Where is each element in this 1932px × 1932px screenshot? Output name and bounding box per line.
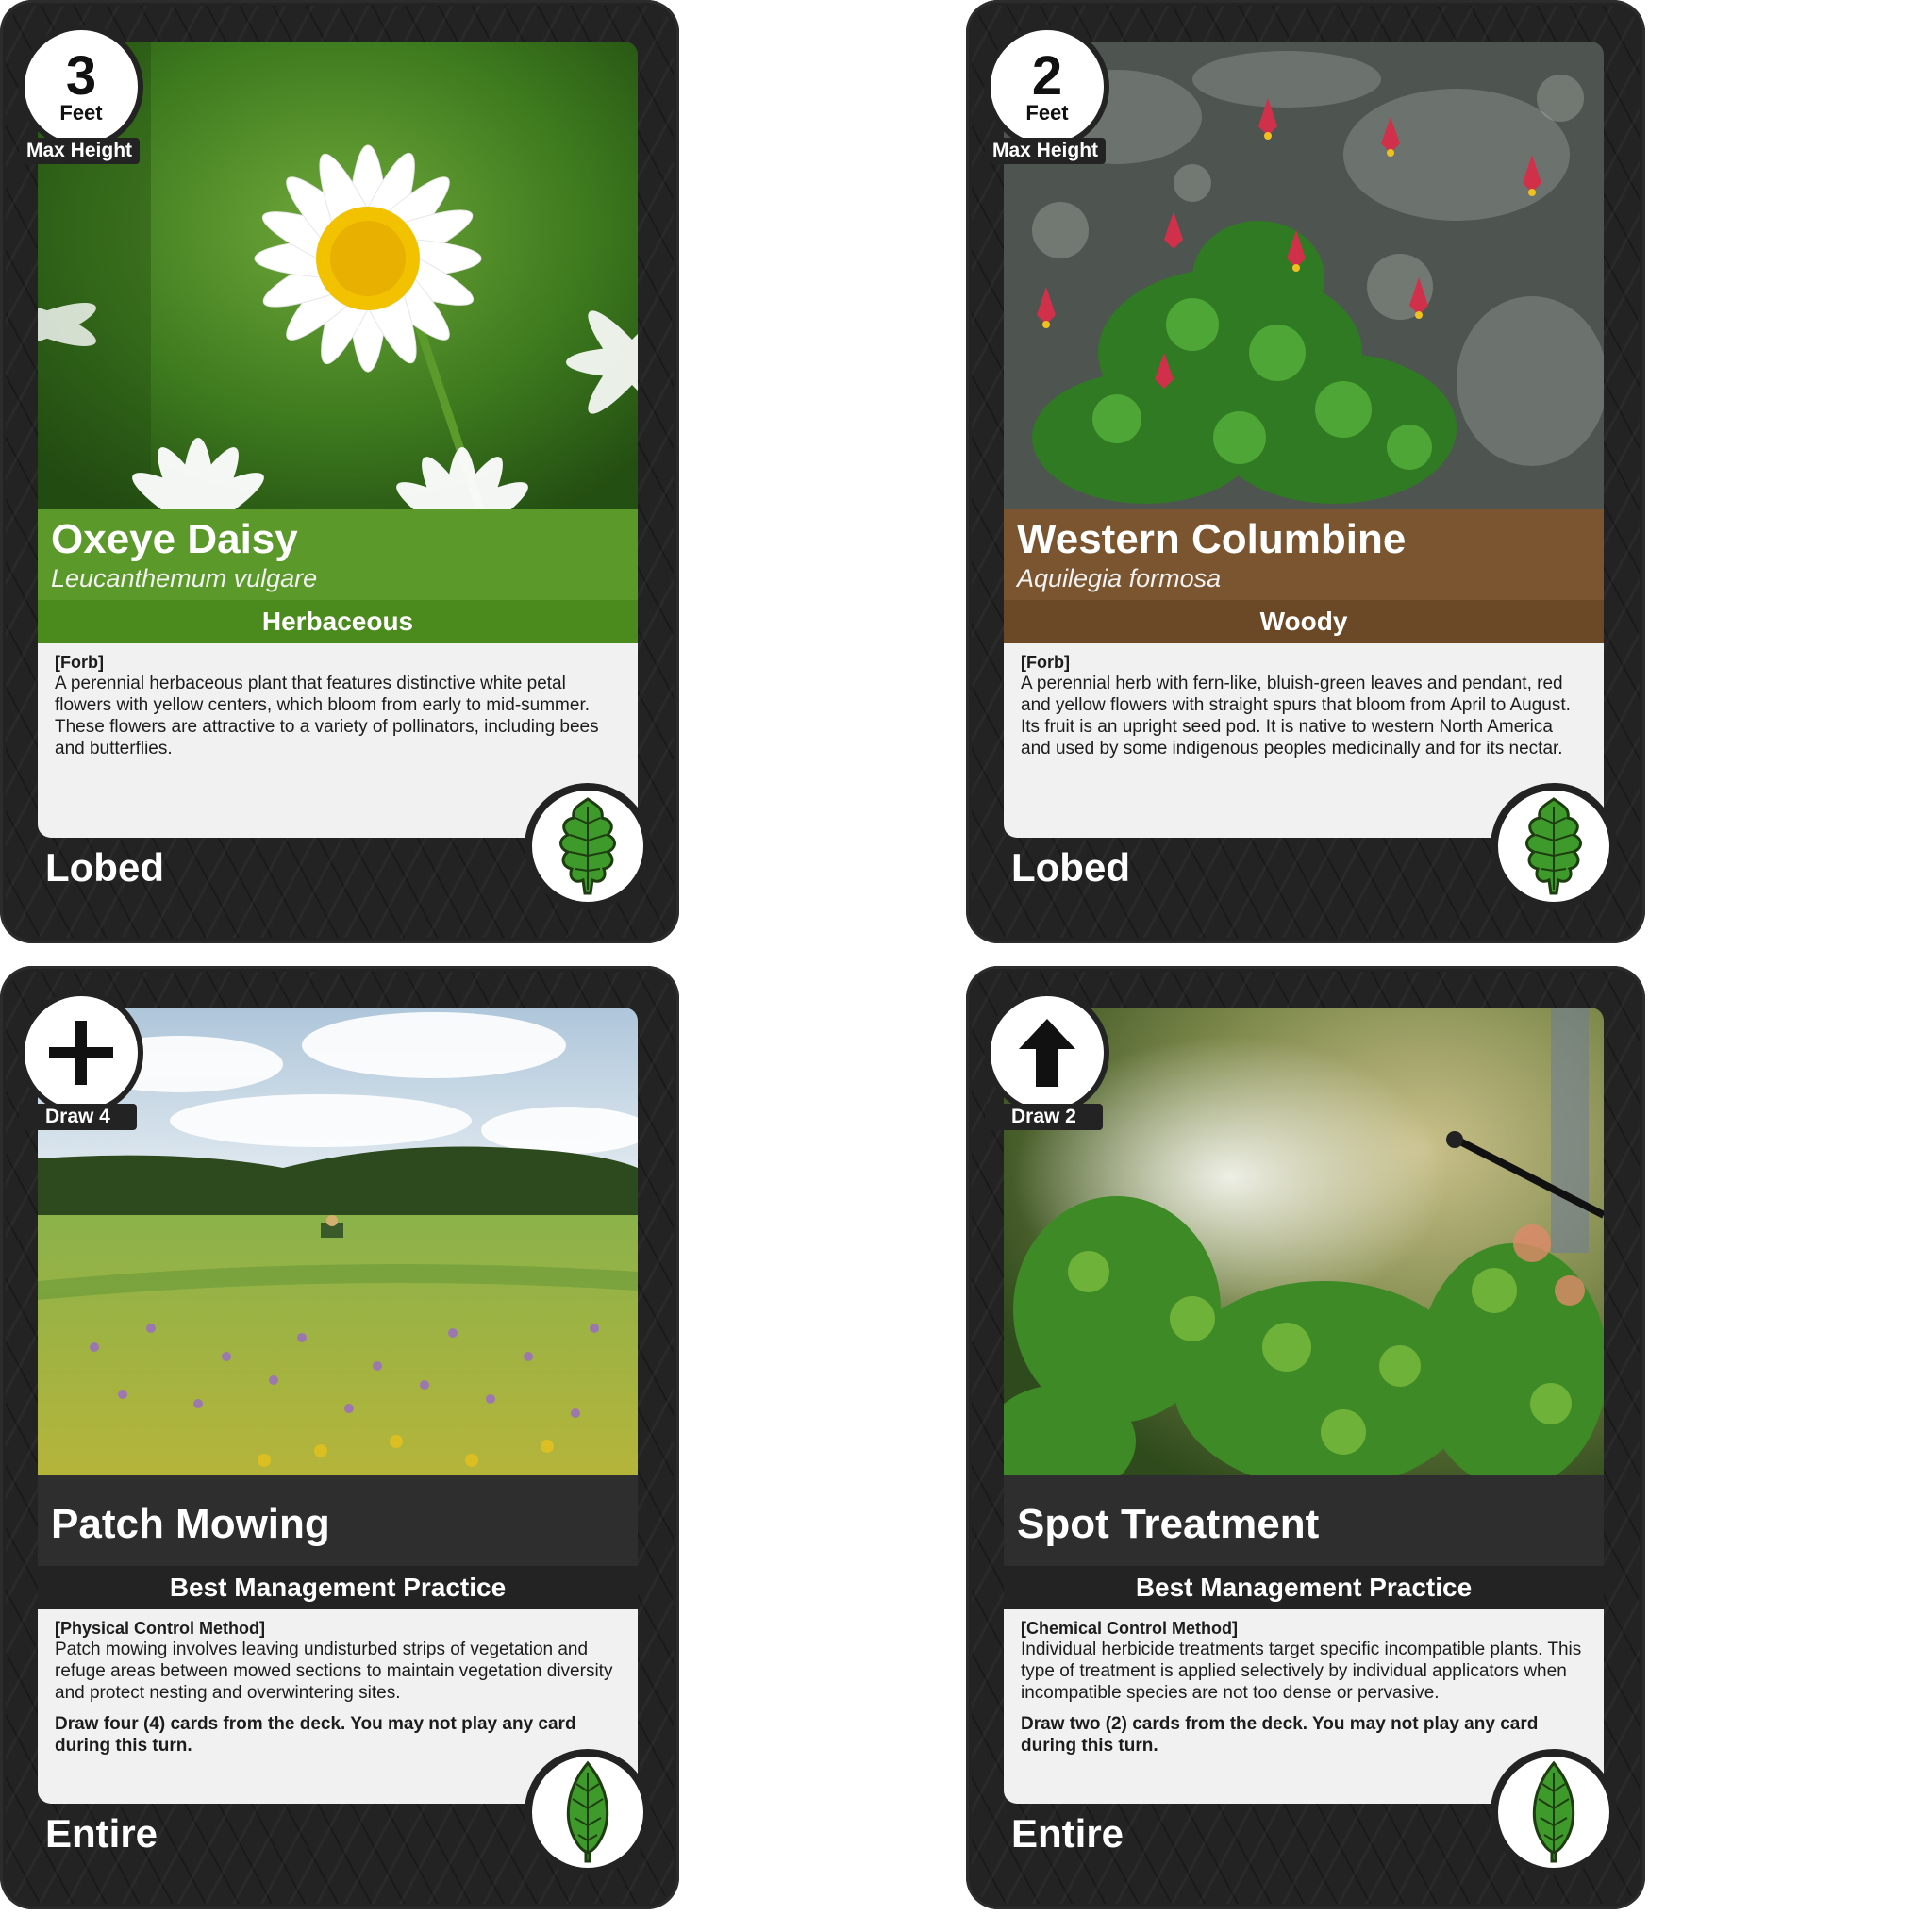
- description-text: A perennial herb with fern-like, bluish-…: [1021, 673, 1571, 758]
- title-band: Patch Mowing: [38, 1475, 638, 1566]
- leaf-type-label: Entire: [45, 1811, 158, 1856]
- max-height-value: 2: [1031, 45, 1063, 108]
- title-band: Oxeye Daisy Leucanthemum vulgare: [38, 509, 638, 600]
- title-band: Western Columbine Aquilegia formosa: [1004, 509, 1604, 600]
- leaf-badge: [1491, 1749, 1617, 1875]
- plant-type: Herbaceous: [38, 600, 638, 643]
- max-height-badge: 3 Feet: [19, 25, 143, 149]
- leaf-type-label: Entire: [1011, 1811, 1124, 1856]
- category-tag: [Chemical Control Method]: [1021, 1619, 1238, 1638]
- action-text: Draw two (2) cards from the deck. You ma…: [1021, 1713, 1539, 1756]
- corner-label: Draw 4: [19, 1104, 137, 1130]
- draw-badge: [985, 991, 1109, 1115]
- card-spot-treatment[interactable]: Spot Treatment Best Management Practice …: [966, 966, 1645, 1909]
- max-height-unit: Feet: [1025, 100, 1069, 125]
- plant-type: Woody: [1004, 600, 1604, 643]
- card-title: Western Columbine: [1017, 516, 1407, 562]
- category-tag: [Forb]: [55, 653, 104, 672]
- card-western-columbine[interactable]: Western Columbine Aquilegia formosa Wood…: [966, 0, 1645, 943]
- card-title: Patch Mowing: [51, 1501, 330, 1547]
- practice-type: Best Management Practice: [38, 1566, 638, 1609]
- lobed-leaf-icon: [559, 797, 616, 895]
- scientific-name: Leucanthemum vulgare: [51, 564, 318, 593]
- description-text: Patch mowing involves leaving undisturbe…: [55, 1639, 613, 1703]
- scientific-name: Aquilegia formosa: [1017, 564, 1222, 593]
- card-oxeye-daisy[interactable]: Oxeye Daisy Leucanthemum vulgare Herbace…: [0, 0, 679, 943]
- lobed-leaf-icon: [1525, 797, 1582, 895]
- corner-label: Draw 2: [985, 1104, 1103, 1130]
- card-title: Spot Treatment: [1017, 1501, 1320, 1547]
- entire-leaf-icon: [566, 1760, 609, 1863]
- leaf-type-label: Lobed: [1011, 845, 1130, 890]
- draw-badge: [19, 991, 143, 1115]
- leaf-badge: [1491, 783, 1617, 909]
- leaf-type-label: Lobed: [45, 845, 164, 890]
- action-text: Draw four (4) cards from the deck. You m…: [55, 1713, 576, 1756]
- card-title: Oxeye Daisy: [51, 516, 298, 562]
- entire-leaf-icon: [1532, 1760, 1575, 1863]
- category-tag: [Forb]: [1021, 653, 1070, 672]
- description-text: A perennial herbaceous plant that featur…: [55, 673, 599, 758]
- leaf-badge: [525, 1749, 651, 1875]
- practice-type: Best Management Practice: [1004, 1566, 1604, 1609]
- leaf-badge: [525, 783, 651, 909]
- description-text: Individual herbicide treatments target s…: [1021, 1639, 1582, 1703]
- max-height-unit: Feet: [59, 100, 103, 125]
- card-patch-mowing[interactable]: Patch Mowing Best Management Practice [P…: [0, 966, 679, 1909]
- corner-label: Max Height: [19, 138, 141, 164]
- max-height-badge: 2 Feet: [985, 25, 1109, 149]
- title-band: Spot Treatment: [1004, 1475, 1604, 1566]
- plus-icon: [49, 1021, 113, 1085]
- max-height-value: 3: [65, 45, 97, 108]
- category-tag: [Physical Control Method]: [55, 1619, 266, 1638]
- up-arrow-icon: [1019, 1019, 1075, 1087]
- corner-label: Max Height: [985, 138, 1107, 164]
